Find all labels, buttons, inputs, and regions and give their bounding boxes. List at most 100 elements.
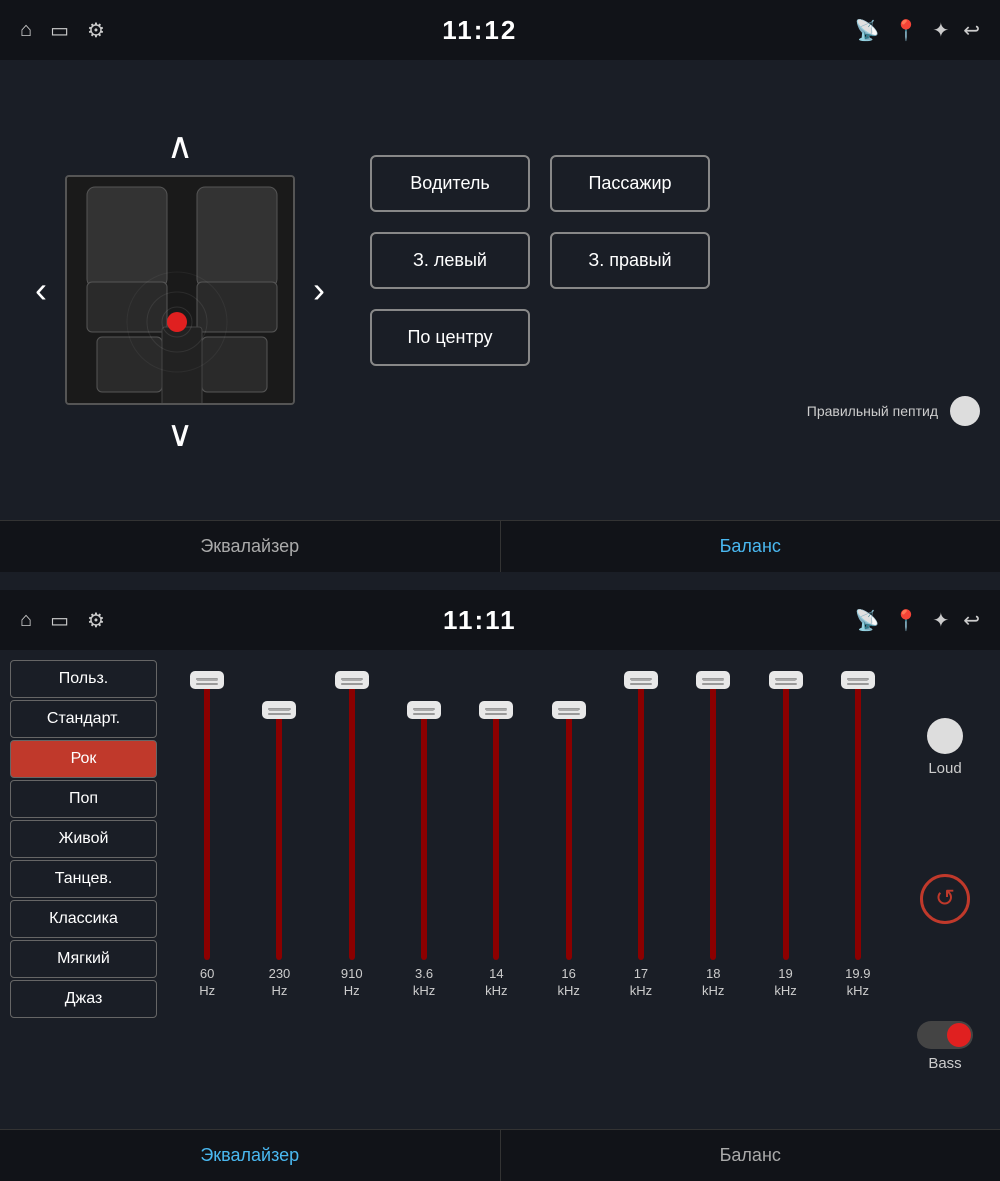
tab-bar-bottom: Эквалайзер Баланс <box>0 1129 1000 1181</box>
preset-jazz[interactable]: Джаз <box>10 980 157 1018</box>
cast-icon-bottom[interactable]: 📡 <box>855 608 880 633</box>
cast-icon[interactable]: 📡 <box>855 18 880 43</box>
freq-label-4: 14 kHz <box>485 966 507 1000</box>
eq-track-3[interactable] <box>421 710 427 960</box>
eq-thumb-1[interactable] <box>262 701 296 719</box>
preset-live[interactable]: Живой <box>10 820 157 858</box>
eq-band-3[interactable]: 3.6 kHz <box>392 710 456 1000</box>
eq-track-5[interactable] <box>566 710 572 960</box>
seat-svg <box>67 177 295 405</box>
preset-dance[interactable]: Танцев. <box>10 860 157 898</box>
balance-content: ∧ ‹ <box>0 60 1000 520</box>
chevron-up-button[interactable]: ∧ <box>159 117 201 175</box>
status-bar-left-icons: ⌂ ▭ ⚙ <box>20 18 105 43</box>
bass-switch[interactable] <box>917 1021 973 1049</box>
home-icon-bottom[interactable]: ⌂ <box>20 609 32 632</box>
freq-label-0: 60 Hz <box>199 966 215 1000</box>
loud-label: Loud <box>928 760 961 777</box>
eq-band-0[interactable]: 60 Hz <box>175 680 239 1000</box>
bluetooth-icon[interactable]: ✦ <box>932 18 949 43</box>
next-seat-button[interactable]: › <box>305 261 333 319</box>
eq-track-2[interactable] <box>349 680 355 960</box>
tab-balance-bottom[interactable]: Баланс <box>501 1130 1000 1181</box>
eq-thumb-7[interactable] <box>696 671 730 689</box>
freq-label-7: 18 kHz <box>702 966 724 1000</box>
eq-track-1[interactable] <box>276 710 282 960</box>
rear-left-button[interactable]: З. левый <box>370 232 530 289</box>
driver-button[interactable]: Водитель <box>370 155 530 212</box>
location-icon-bottom[interactable]: 📍 <box>894 608 919 633</box>
eq-track-0[interactable] <box>204 680 210 960</box>
back-icon-bottom[interactable]: ↩ <box>963 608 980 633</box>
sliders-container: 60 Hz 230 Hz 910 Hz 3.6 kHz 14 kHz 16 kHz 17 k… <box>175 660 890 1000</box>
eq-thumb-2[interactable] <box>335 671 369 689</box>
prev-seat-button[interactable]: ‹ <box>27 261 55 319</box>
location-icon[interactable]: 📍 <box>894 18 919 43</box>
eq-right-controls: Loud ↺ Bass <box>900 660 990 1120</box>
screen-icon[interactable]: ▭ <box>50 18 69 43</box>
freq-label-6: 17 kHz <box>630 966 652 1000</box>
eq-thumb-6[interactable] <box>624 671 658 689</box>
rear-right-button[interactable]: З. правый <box>550 232 710 289</box>
eq-track-9[interactable] <box>855 680 861 960</box>
eq-thumb-9[interactable] <box>841 671 875 689</box>
back-icon[interactable]: ↩ <box>963 18 980 43</box>
eq-band-4[interactable]: 14 kHz <box>464 710 528 1000</box>
eq-thumb-3[interactable] <box>407 701 441 719</box>
passenger-button[interactable]: Пассажир <box>550 155 710 212</box>
center-button[interactable]: По центру <box>370 309 530 366</box>
eq-band-9[interactable]: 19.9 kHz <box>826 680 890 1000</box>
reset-icon: ↺ <box>935 884 955 913</box>
eq-track-8[interactable] <box>783 680 789 960</box>
speaker-row-2: З. левый З. правый <box>370 232 980 289</box>
freq-label-2: 910 Hz <box>341 966 363 1000</box>
eq-content: Польз. Стандарт. Рок Поп Живой Танцев. К… <box>0 650 1000 1120</box>
speaker-row-3: По центру <box>370 309 980 366</box>
toggle-label: Правильный пептид <box>807 403 938 419</box>
eq-band-1[interactable]: 230 Hz <box>247 710 311 1000</box>
screen-icon-bottom[interactable]: ▭ <box>50 608 69 633</box>
status-bar-right-icons: 📡 📍 ✦ ↩ <box>855 18 980 43</box>
status-bar-bottom-right: 📡 📍 ✦ ↩ <box>855 608 980 633</box>
eq-thumb-4[interactable] <box>479 701 513 719</box>
loud-button[interactable] <box>927 718 963 754</box>
preset-custom[interactable]: Польз. <box>10 660 157 698</box>
usb-icon[interactable]: ⚙ <box>87 18 105 43</box>
eq-track-7[interactable] <box>710 680 716 960</box>
preset-standard[interactable]: Стандарт. <box>10 700 157 738</box>
eq-thumb-5[interactable] <box>552 701 586 719</box>
eq-sliders: 60 Hz 230 Hz 910 Hz 3.6 kHz 14 kHz 16 kHz 17 k… <box>165 660 900 1120</box>
seat-image <box>65 175 295 405</box>
toggle-area: Правильный пептид <box>370 396 980 426</box>
eq-thumb-0[interactable] <box>190 671 224 689</box>
freq-label-1: 230 Hz <box>269 966 291 1000</box>
preset-rock[interactable]: Рок <box>10 740 157 778</box>
preset-pop[interactable]: Поп <box>10 780 157 818</box>
eq-band-5[interactable]: 16 kHz <box>536 710 600 1000</box>
preset-classic[interactable]: Классика <box>10 900 157 938</box>
eq-band-2[interactable]: 910 Hz <box>320 680 384 1000</box>
tab-equalizer-top[interactable]: Эквалайзер <box>0 521 501 572</box>
seat-navigation: ‹ <box>27 175 333 405</box>
bass-label: Bass <box>928 1055 961 1072</box>
home-icon[interactable]: ⌂ <box>20 19 32 42</box>
eq-thumb-8[interactable] <box>769 671 803 689</box>
toggle-circle[interactable] <box>950 396 980 426</box>
tab-equalizer-bottom[interactable]: Эквалайзер <box>0 1130 501 1181</box>
eq-band-6[interactable]: 17 kHz <box>609 680 673 1000</box>
usb-icon-bottom[interactable]: ⚙ <box>87 608 105 633</box>
eq-track-6[interactable] <box>638 680 644 960</box>
freq-label-8: 19 kHz <box>774 966 796 1000</box>
eq-band-8[interactable]: 19 kHz <box>753 680 817 1000</box>
status-bar-bottom-left: ⌂ ▭ ⚙ <box>20 608 105 633</box>
preset-soft[interactable]: Мягкий <box>10 940 157 978</box>
eq-band-7[interactable]: 18 kHz <box>681 680 745 1000</box>
reset-button[interactable]: ↺ <box>920 874 970 924</box>
eq-track-4[interactable] <box>493 710 499 960</box>
preset-list: Польз. Стандарт. Рок Поп Живой Танцев. К… <box>10 660 165 1120</box>
chevron-down-button[interactable]: ∨ <box>159 405 201 463</box>
time-display-top: 11:12 <box>442 15 517 46</box>
bluetooth-icon-bottom[interactable]: ✦ <box>932 608 949 633</box>
tab-balance-top[interactable]: Баланс <box>501 521 1000 572</box>
freq-label-5: 16 kHz <box>557 966 579 1000</box>
